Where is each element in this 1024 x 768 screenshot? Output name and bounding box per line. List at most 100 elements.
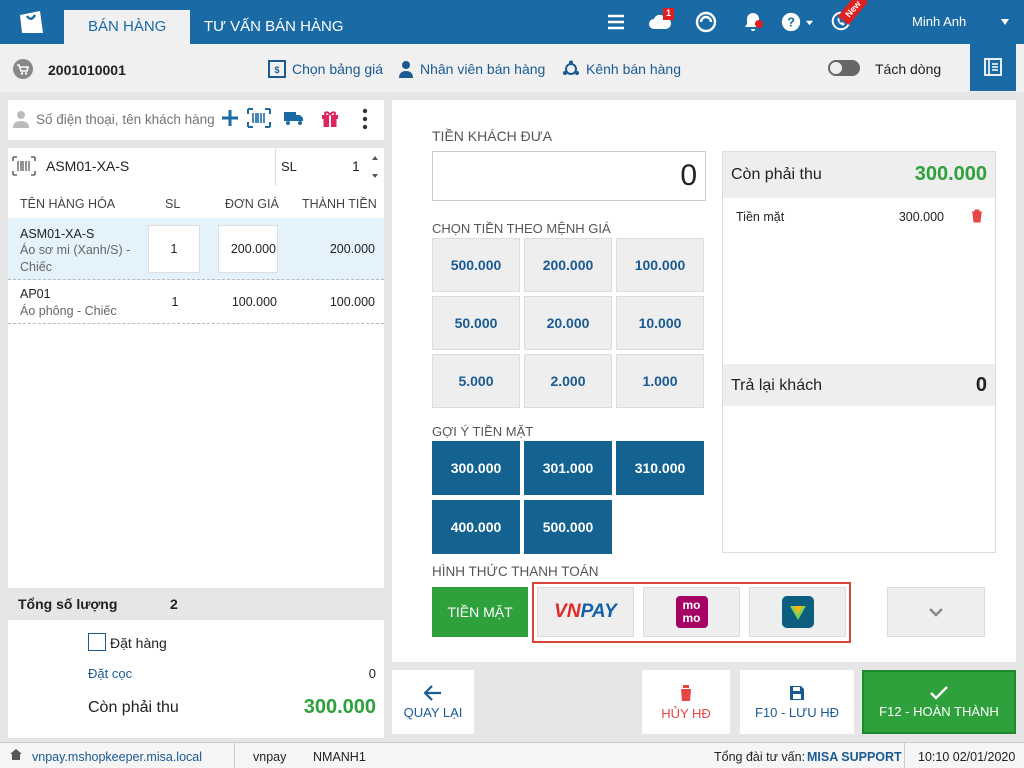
trash-icon [679,684,693,701]
item-name: Áo phông - Chiếc [20,304,117,318]
complete-button[interactable]: F12 - HOÀN THÀNH [862,670,1016,734]
suggest-cash-button[interactable]: 300.000 [432,441,520,495]
help-icon: ? [781,12,801,32]
hotline-link[interactable]: MISA SUPPORT [807,750,902,764]
check-icon [930,685,948,700]
given-label: TIỀN KHÁCH ĐƯA [432,128,553,144]
refresh-swirl-icon[interactable] [694,10,718,34]
remaining-value: 300.000 [303,696,376,718]
cash-method-button[interactable]: TIỀN MẶT [432,587,528,637]
save-label: F10 - LƯU HĐ [754,704,840,720]
deposit-link[interactable]: Đặt cọc [88,666,132,681]
suggest-cash-button[interactable]: 400.000 [432,500,520,554]
delivery-truck-icon[interactable] [283,110,305,126]
price-list-label: Chọn bảng giá [292,61,384,77]
cancel-invoice-button[interactable]: HỦY HĐ [642,670,730,734]
col-header-name: TÊN HÀNG HÓA [20,197,116,211]
svg-text:$: $ [274,65,279,75]
notification-button[interactable] [741,10,765,34]
salesperson-label: Nhân viên bán hàng [420,61,546,77]
price-table-icon: $ [268,60,286,78]
list-panel-icon [984,58,1002,76]
split-line-label: Tách dòng [875,61,942,77]
product-code-input[interactable]: ASM01-XA-S [46,158,129,174]
denom-button[interactable]: 200.000 [524,238,612,292]
momo-button[interactable]: mo mo [643,587,740,637]
menu-icon[interactable] [604,10,628,34]
back-button[interactable]: QUAY LẠI [392,670,474,734]
more-methods-button[interactable] [887,587,985,637]
sales-channel-label: Kênh bán hàng [586,61,681,77]
item-name: Áo sơ mi (Xanh/S) - [20,243,131,257]
customer-search-input[interactable] [36,108,216,130]
entry-qty-input[interactable]: 1 [352,158,360,174]
item-price-input[interactable]: 200.000 [218,225,278,273]
tab-tu-van-ban-hang[interactable]: TƯ VẤN BÁN HÀNG [180,10,368,44]
add-customer-icon[interactable] [220,108,240,128]
save-icon [790,685,804,700]
cash-line-value: 300.000 [898,210,944,224]
col-header-total: THÀNH TIỀN [302,197,377,211]
denom-button[interactable]: 1.000 [616,354,704,408]
remaining-label: Còn phải thu [88,699,179,716]
denom-button[interactable]: 100.000 [616,238,704,292]
home-icon [10,749,22,760]
split-line-toggle[interactable] [828,60,860,76]
change-label: Trả lại khách [731,377,822,394]
caret-down-icon [805,20,814,25]
order-label: Đặt hàng [110,635,167,651]
suggest-cash-button[interactable]: 301.000 [524,441,612,495]
suggest-cash-button[interactable]: 310.000 [616,441,704,495]
staff-code: NMANH1 [313,750,366,764]
wallet-pay-button[interactable] [749,587,846,637]
complete-label: F12 - HOÀN THÀNH [879,703,999,719]
vnpay-logo-pay: PAY [580,601,617,622]
momo-logo-icon: mo mo [675,596,708,628]
item-qty-input[interactable]: 1 [148,225,200,273]
pay-remaining-value: 300.000 [914,163,987,185]
shop-name: vnpay [253,750,287,764]
cash-line-label: Tiền mặt [736,210,785,224]
denom-button[interactable]: 5.000 [432,354,520,408]
help-button[interactable]: ? [780,10,816,34]
denom-button[interactable]: 50.000 [432,296,520,350]
denom-button[interactable]: 20.000 [524,296,612,350]
cancel-label: HỦY HĐ [661,705,711,721]
notification-dot [755,20,763,28]
date-time: 10:10 02/01/2020 [918,750,1016,764]
salesperson-button[interactable]: Nhân viên bán hàng [398,60,545,78]
user-name[interactable]: Minh Anh [912,14,966,29]
vnpay-button[interactable]: VN PAY [537,587,634,637]
denom-button[interactable]: 10.000 [616,296,704,350]
momo-logo-bottom: mo [682,611,701,625]
col-header-qty: SL [165,197,181,211]
given-amount-input[interactable]: 0 [432,151,706,201]
chevron-down-icon [929,608,943,617]
suggest-cash-button[interactable]: 500.000 [524,500,612,554]
user-caret-icon[interactable] [1000,18,1010,26]
denom-button[interactable]: 2.000 [524,354,612,408]
qty-spinner-icon[interactable] [370,152,380,182]
order-checkbox[interactable] [88,633,106,651]
sales-channel-button[interactable]: Kênh bán hàng [562,60,681,78]
trash-icon[interactable] [971,209,983,223]
price-list-button[interactable]: $ Chọn bảng giá [268,60,383,78]
barcode-scan-icon[interactable] [247,108,271,128]
more-vertical-icon[interactable] [360,108,370,130]
pay-remaining-label: Còn phải thu [731,166,822,183]
back-label: QUAY LẠI [403,704,463,720]
col-header-price: ĐƠN GIÁ [225,197,279,211]
gift-icon[interactable] [320,108,340,128]
invoice-number: 2001010001 [48,62,126,78]
payment-method-label: HÌNH THỨC THANH TOÁN [432,564,599,579]
server-url: vnpay.mshopkeeper.misa.local [32,750,202,764]
item-qty: 1 [171,295,179,309]
item-total: 100.000 [329,295,375,309]
barcode-icon [12,156,36,176]
denom-button[interactable]: 500.000 [432,238,520,292]
cloud-sync-button[interactable]: 1 [648,8,674,34]
arrow-left-icon [424,684,441,701]
save-invoice-button[interactable]: F10 - LƯU HĐ [740,670,854,734]
tab-ban-hang[interactable]: BÁN HÀNG [64,10,191,44]
side-panel-button[interactable] [970,44,1016,91]
